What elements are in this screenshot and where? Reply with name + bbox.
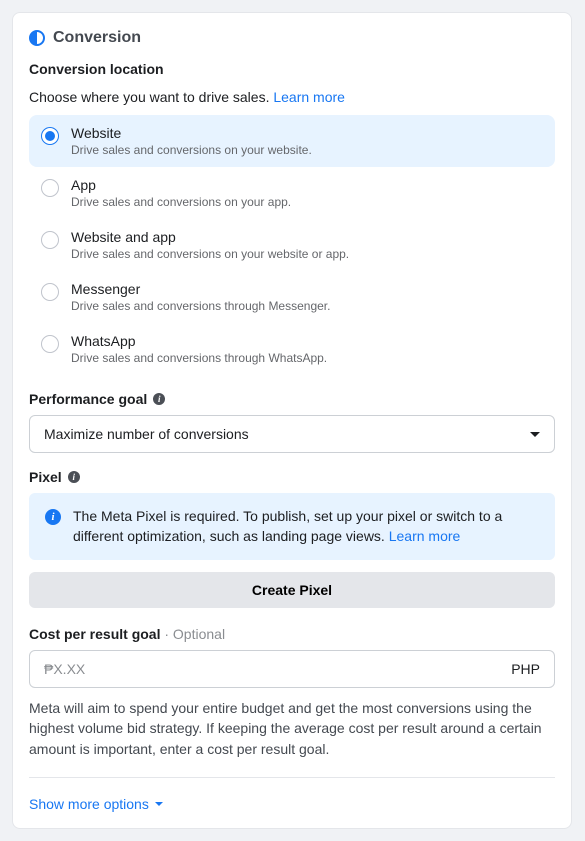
cost-goal-label: Cost per result goal	[29, 626, 160, 642]
radio-circle-icon	[41, 231, 59, 249]
cost-goal-help: Meta will aim to spend your entire budge…	[29, 698, 555, 759]
pixel-label: Pixel	[29, 469, 62, 485]
conversion-location-helper: Choose where you want to drive sales. Le…	[29, 89, 555, 105]
divider	[29, 777, 555, 778]
create-pixel-button[interactable]: Create Pixel	[29, 572, 555, 608]
radio-desc: Drive sales and conversions on your webs…	[71, 143, 312, 157]
performance-goal-value: Maximize number of conversions	[44, 426, 249, 442]
radio-label: WhatsApp	[71, 333, 327, 349]
radio-desc: Drive sales and conversions through What…	[71, 351, 327, 365]
pixel-required-banner: i The Meta Pixel is required. To publish…	[29, 493, 555, 560]
section-title: Conversion	[53, 29, 141, 47]
section-header: Conversion	[29, 29, 555, 47]
radio-circle-icon	[41, 179, 59, 197]
conversion-icon	[29, 30, 45, 46]
info-icon: i	[45, 509, 61, 525]
radio-app[interactable]: App Drive sales and conversions on your …	[29, 167, 555, 219]
show-more-label: Show more options	[29, 796, 149, 812]
currency-label: PHP	[511, 661, 540, 677]
radio-label: Website and app	[71, 229, 349, 245]
cost-goal-label-row: Cost per result goal · Optional	[29, 626, 555, 642]
radio-desc: Drive sales and conversions through Mess…	[71, 299, 330, 313]
radio-whatsapp[interactable]: WhatsApp Drive sales and conversions thr…	[29, 323, 555, 375]
info-icon[interactable]: i	[153, 393, 165, 405]
chevron-down-icon	[155, 802, 163, 806]
conversion-location-heading: Conversion location	[29, 61, 555, 77]
radio-website[interactable]: Website Drive sales and conversions on y…	[29, 115, 555, 167]
radio-circle-icon	[41, 335, 59, 353]
banner-learn-more-link[interactable]: Learn more	[389, 528, 461, 544]
radio-circle-icon	[41, 127, 59, 145]
conversion-card: Conversion Conversion location Choose wh…	[12, 12, 572, 829]
info-icon[interactable]: i	[68, 471, 80, 483]
learn-more-link[interactable]: Learn more	[273, 89, 345, 105]
cost-goal-input[interactable]	[44, 661, 511, 677]
chevron-down-icon	[530, 432, 540, 437]
radio-circle-icon	[41, 283, 59, 301]
radio-label: Website	[71, 125, 312, 141]
pixel-label-row: Pixel i	[29, 469, 555, 485]
performance-goal-label-row: Performance goal i	[29, 391, 555, 407]
conversion-location-radios: Website Drive sales and conversions on y…	[29, 115, 555, 375]
radio-desc: Drive sales and conversions on your app.	[71, 195, 291, 209]
radio-website-and-app[interactable]: Website and app Drive sales and conversi…	[29, 219, 555, 271]
radio-messenger[interactable]: Messenger Drive sales and conversions th…	[29, 271, 555, 323]
cost-goal-input-row[interactable]: PHP	[29, 650, 555, 688]
show-more-options-link[interactable]: Show more options	[29, 796, 163, 812]
radio-label: App	[71, 177, 291, 193]
radio-desc: Drive sales and conversions on your webs…	[71, 247, 349, 261]
pixel-banner-text: The Meta Pixel is required. To publish, …	[73, 507, 539, 546]
helper-text: Choose where you want to drive sales.	[29, 89, 269, 105]
performance-goal-select[interactable]: Maximize number of conversions	[29, 415, 555, 453]
cost-goal-optional: · Optional	[164, 626, 225, 642]
radio-label: Messenger	[71, 281, 330, 297]
performance-goal-label: Performance goal	[29, 391, 147, 407]
